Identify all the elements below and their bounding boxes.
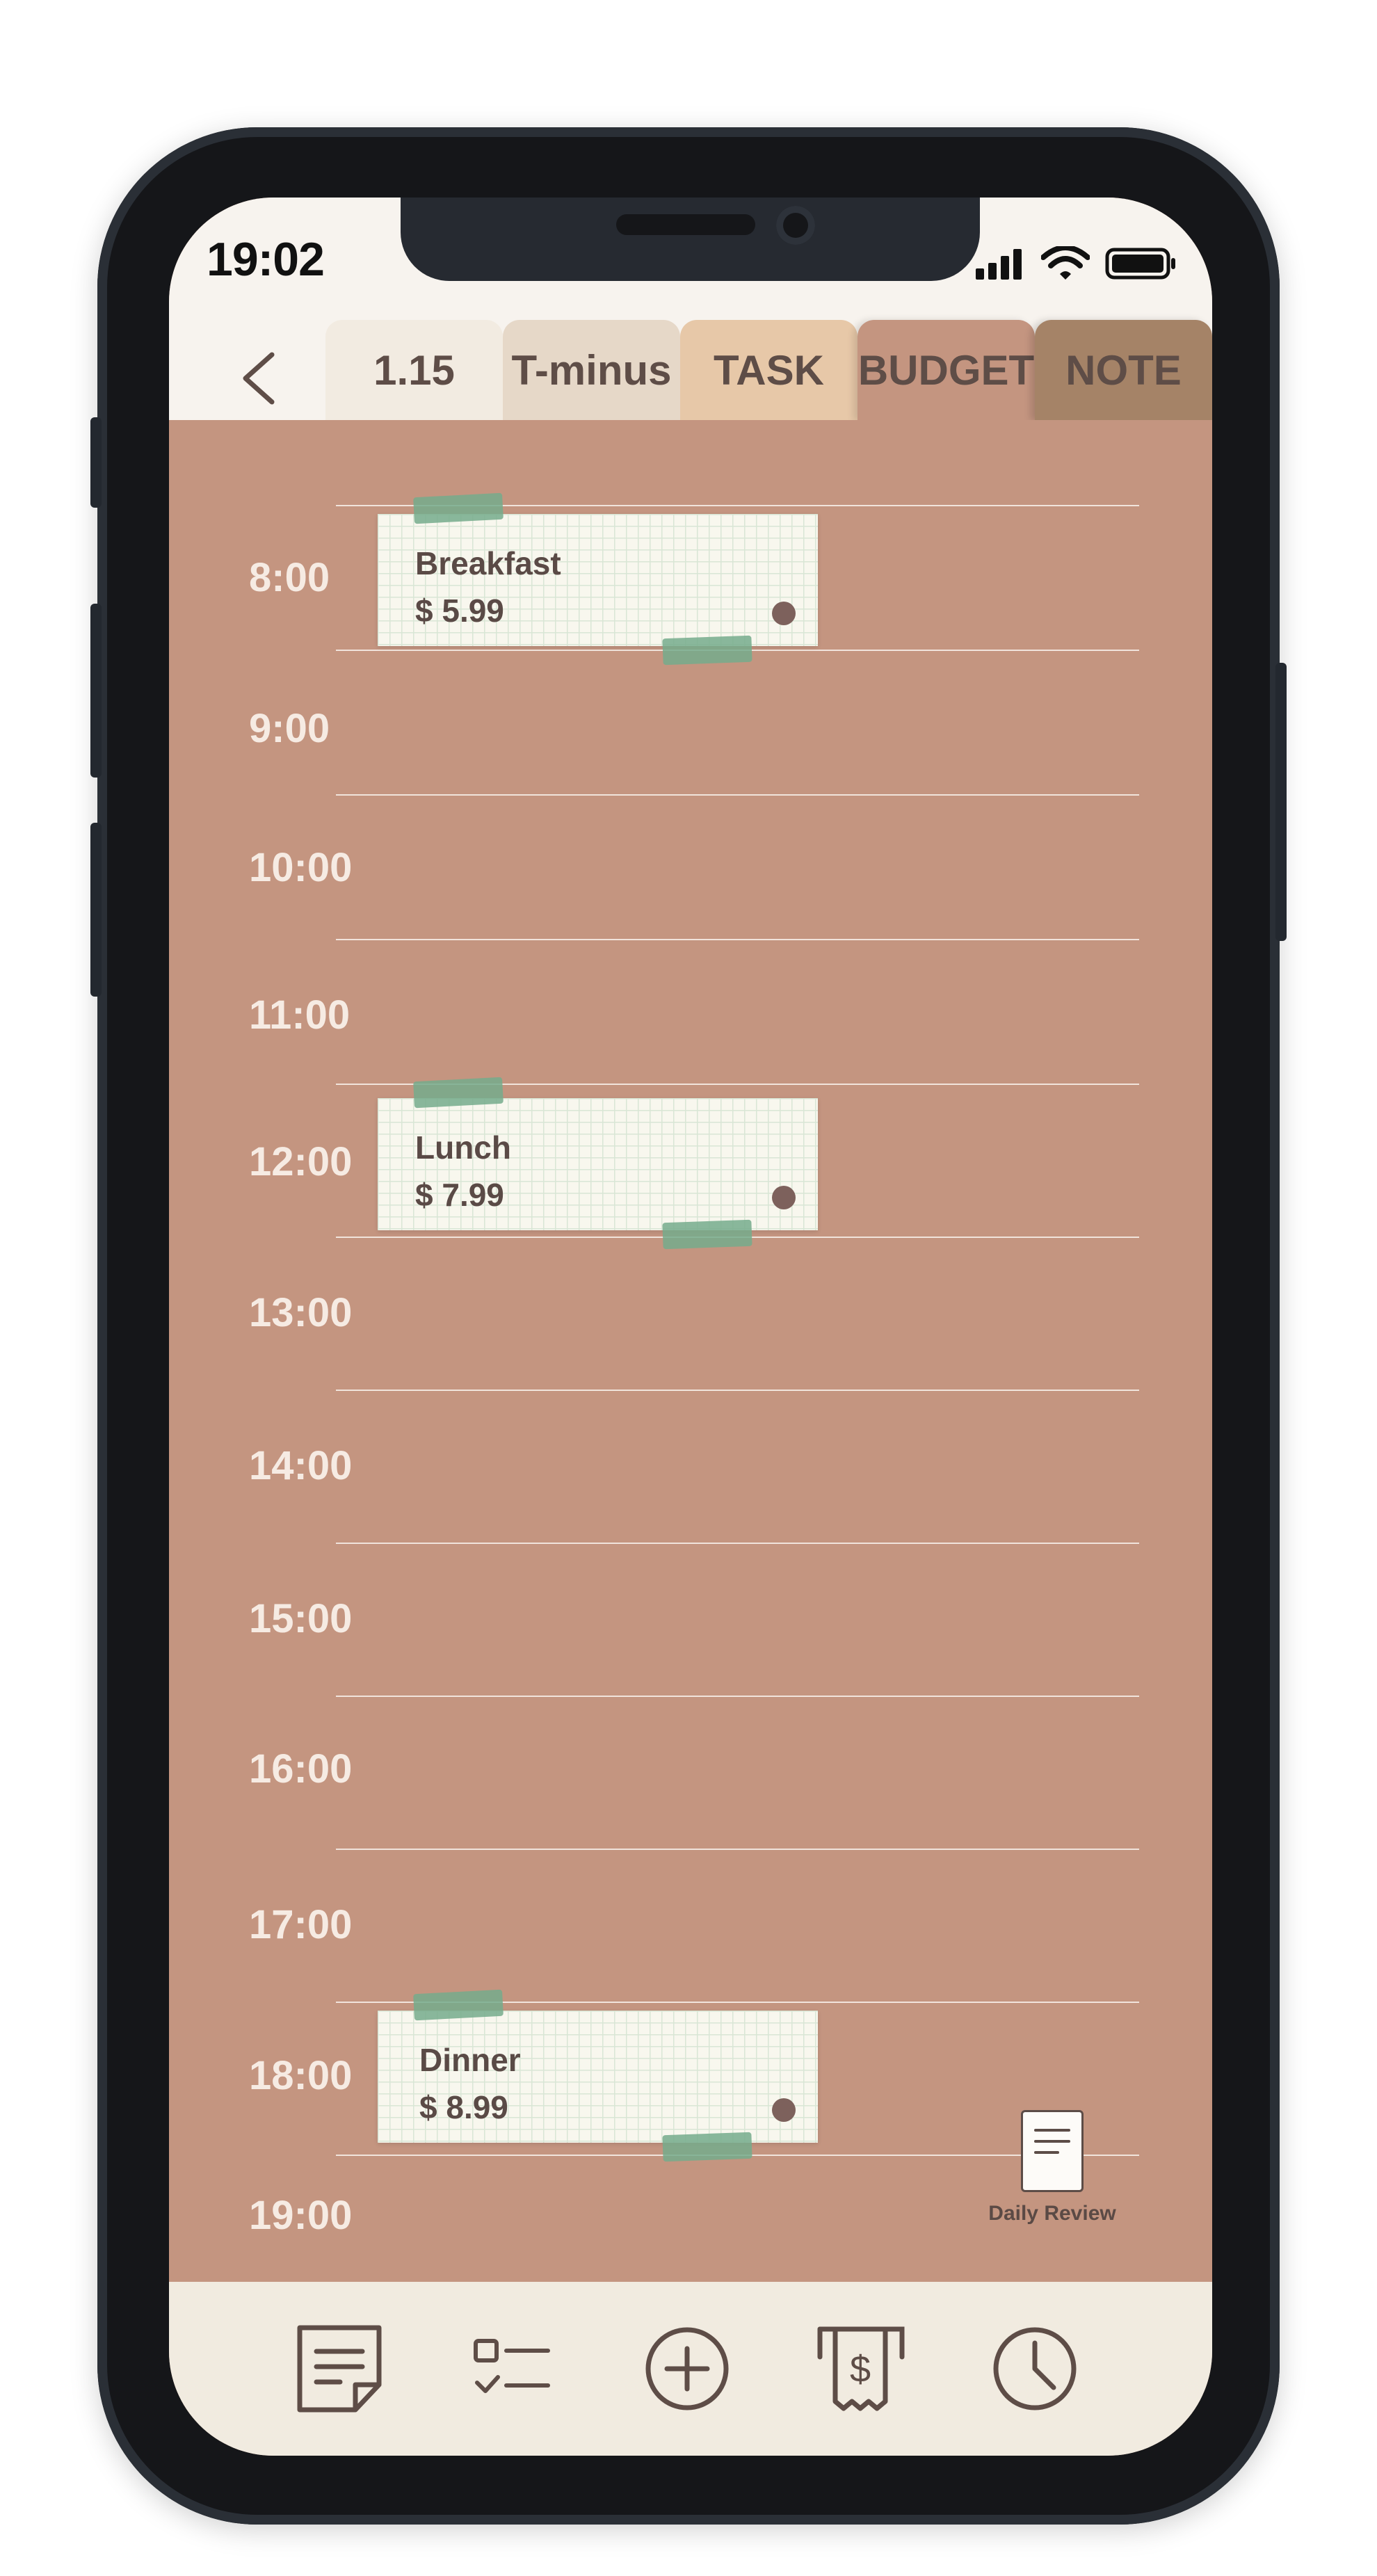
hour-label: 19:00	[249, 2193, 353, 2238]
chevron-left-icon	[243, 352, 275, 405]
expense-name: Breakfast	[415, 545, 561, 581]
hour-label: 11:00	[249, 992, 351, 1038]
tab-date[interactable]: 1.15	[325, 320, 503, 421]
tab-label: BUDGET	[857, 347, 1035, 394]
volume-up-button	[90, 604, 102, 778]
header: 19:02 1.15 T-minus TASK BUDGET NOTE	[169, 198, 1212, 421]
hour-label: 18:00	[249, 2053, 353, 2098]
nav-checklist-button[interactable]	[465, 2320, 562, 2417]
daily-review-label: Daily Review	[988, 2202, 1116, 2225]
hour-label: 14:00	[249, 1443, 353, 1488]
expense-price: $ 8.99	[419, 2089, 508, 2125]
washi-tape	[413, 1077, 504, 1109]
hour-label: 10:00	[249, 845, 353, 890]
hour-divider	[336, 1849, 1139, 1850]
hour-divider	[336, 794, 1139, 796]
receipt-dollar-icon: $	[817, 2326, 905, 2411]
note-icon	[297, 2325, 382, 2413]
budget-timeline[interactable]: 8:00 9:00 10:00 11:00 12:00 13:00 14:00 …	[169, 420, 1212, 2315]
bottom-nav: $	[169, 2282, 1212, 2456]
expense-status-dot	[772, 1186, 796, 1209]
status-icons	[974, 246, 1177, 281]
app-screen: 19:02 1.15 T-minus TASK BUDGET NOTE 8:00…	[169, 198, 1212, 2456]
mute-switch	[90, 417, 102, 508]
tab-note[interactable]: NOTE	[1035, 320, 1212, 421]
clock-icon	[993, 2327, 1077, 2410]
nav-budget-button[interactable]: $	[812, 2320, 910, 2417]
nav-add-button[interactable]	[638, 2320, 736, 2417]
washi-tape	[413, 492, 504, 524]
tab-label: 1.15	[373, 347, 455, 394]
tab-label: NOTE	[1065, 347, 1182, 394]
hour-label: 8:00	[249, 555, 330, 600]
expense-card-dinner[interactable]: Dinner $ 8.99	[378, 2011, 818, 2143]
nav-note-button[interactable]	[291, 2320, 388, 2417]
notch	[401, 198, 980, 281]
expense-price: $ 5.99	[415, 593, 504, 629]
tab-budget[interactable]: BUDGET	[857, 320, 1035, 421]
expense-name: Dinner	[419, 2042, 521, 2078]
tab-label: TASK	[714, 347, 824, 394]
expense-status-dot	[772, 602, 796, 625]
expense-status-dot	[772, 2098, 796, 2122]
hour-divider	[336, 939, 1139, 940]
hour-label: 16:00	[249, 1746, 353, 1792]
power-button	[1275, 663, 1287, 941]
document-icon	[1021, 2110, 1084, 2192]
washi-tape	[662, 2132, 752, 2162]
expense-name: Lunch	[415, 1129, 511, 1166]
front-camera	[776, 206, 815, 245]
wifi-icon	[1041, 246, 1090, 280]
tab-label: T-minus	[511, 347, 672, 394]
cellular-signal-icon	[976, 249, 1022, 280]
status-time: 19:02	[207, 233, 325, 286]
speaker	[616, 214, 755, 235]
daily-review-button[interactable]: Daily Review	[983, 2110, 1122, 2225]
washi-tape	[662, 635, 752, 666]
expense-price: $ 7.99	[415, 1177, 504, 1213]
tab-t-minus[interactable]: T-minus	[503, 320, 680, 421]
washi-tape	[662, 1219, 752, 1250]
hour-label: 17:00	[249, 1902, 353, 1947]
hour-divider	[336, 1390, 1139, 1391]
hour-divider	[336, 1696, 1139, 1697]
expense-card-lunch[interactable]: Lunch $ 7.99	[378, 1098, 818, 1230]
svg-text:$: $	[850, 2349, 871, 2390]
hour-label: 15:00	[249, 1596, 353, 1641]
expense-card-breakfast[interactable]: Breakfast $ 5.99	[378, 514, 818, 646]
volume-down-button	[90, 823, 102, 997]
hour-label: 9:00	[249, 706, 330, 751]
tab-task[interactable]: TASK	[680, 320, 857, 421]
battery-icon	[1105, 248, 1175, 280]
checklist-icon	[474, 2339, 550, 2393]
add-icon	[645, 2327, 729, 2410]
hour-label: 13:00	[249, 1290, 353, 1335]
nav-history-button[interactable]	[986, 2320, 1084, 2417]
hour-label: 12:00	[249, 1139, 353, 1184]
hour-divider	[336, 1543, 1139, 1544]
washi-tape	[413, 1989, 504, 2021]
back-button[interactable]	[218, 340, 301, 417]
